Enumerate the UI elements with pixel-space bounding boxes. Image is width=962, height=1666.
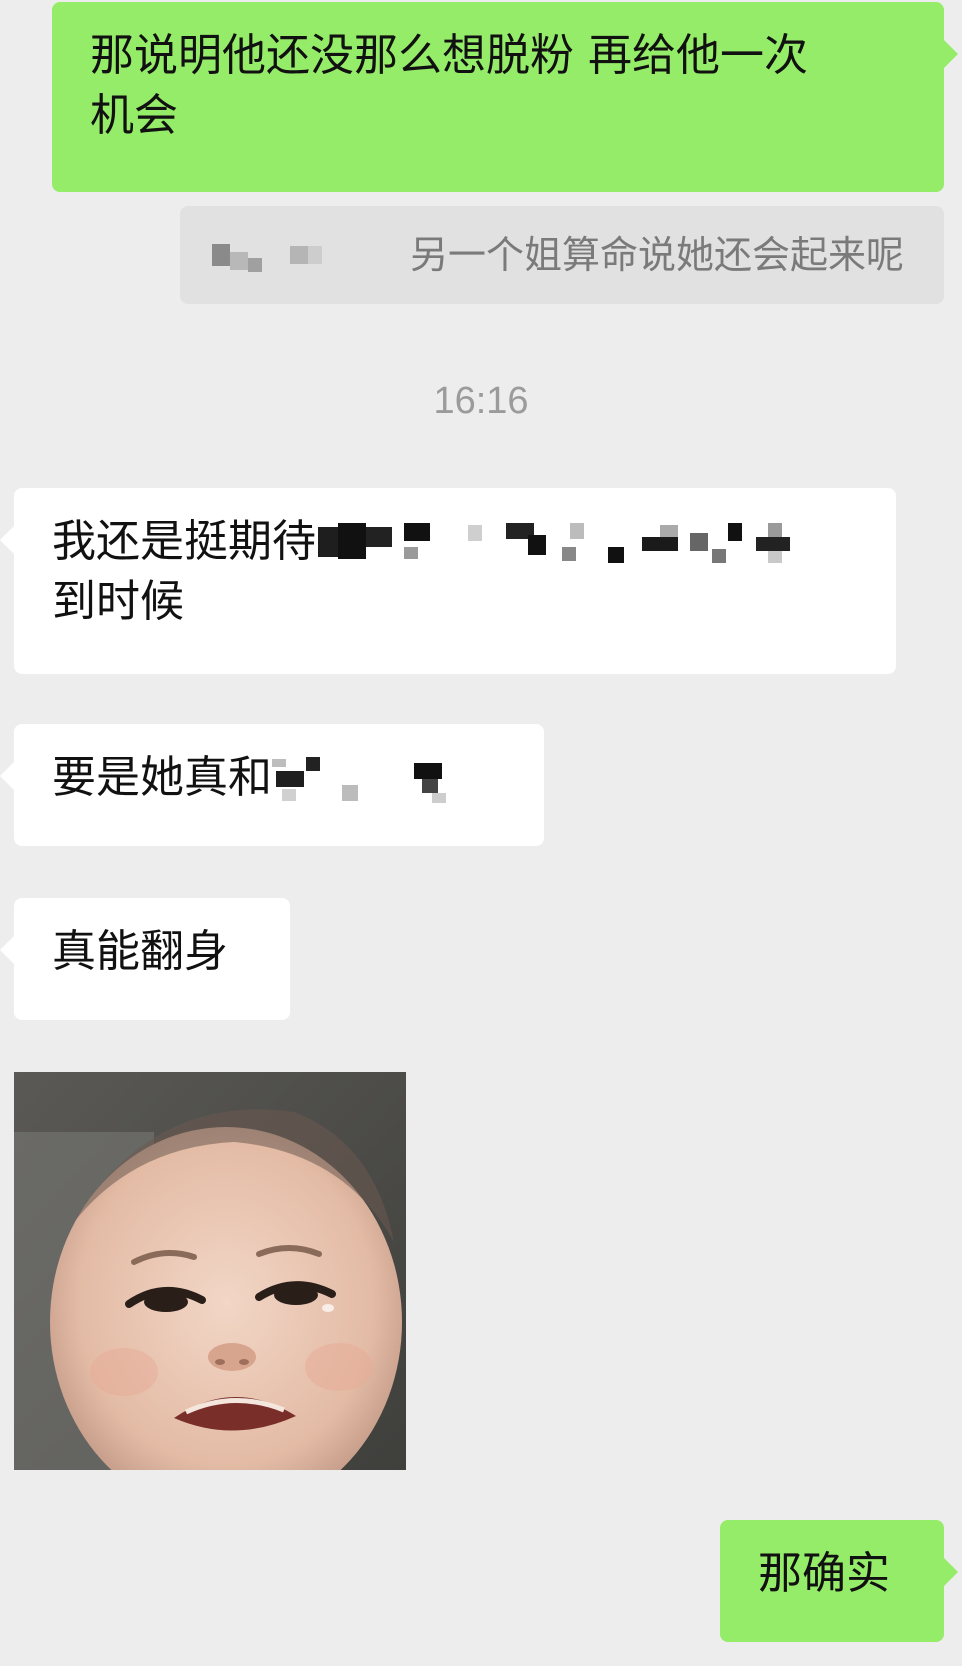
redacted-sender-name (212, 244, 324, 278)
incoming-message-bubble[interactable]: 我还是挺期待 到时候 (0, 488, 896, 674)
outgoing-message-bubble[interactable]: 那说明他还没那么想脱粉 再给他一次 机会 (52, 2, 958, 192)
quoted-message[interactable]: 另一个姐算命说她还会起来呢 (180, 206, 944, 304)
outgoing-message-bubble[interactable]: 那确实 (720, 1520, 958, 1642)
message-text-line: 那说明他还没那么想脱粉 再给他一次 (90, 30, 808, 81)
message-text: 要是她真和 (52, 752, 272, 803)
message-text: 真能翻身 (52, 926, 228, 977)
message-text-line: 到时候 (52, 576, 184, 627)
message-text-line: 要是她真和 (52, 748, 506, 808)
redacted-text (316, 519, 816, 569)
quoted-text: 另一个姐算命说她还会起来呢 (409, 233, 904, 277)
crying-baby-sticker[interactable] (14, 1072, 406, 1470)
message-text-line: 机会 (90, 90, 178, 141)
redacted-text (272, 755, 462, 805)
timestamp: 16:16 (433, 380, 529, 422)
crying-baby-image (14, 1072, 406, 1470)
message-text-line: 我还是挺期待 (52, 512, 858, 572)
incoming-message-bubble[interactable]: 要是她真和 (0, 724, 544, 846)
message-text: 我还是挺期待 (52, 516, 316, 567)
message-text: 那确实 (758, 1548, 890, 1599)
incoming-message-bubble[interactable]: 真能翻身 (0, 898, 290, 1020)
